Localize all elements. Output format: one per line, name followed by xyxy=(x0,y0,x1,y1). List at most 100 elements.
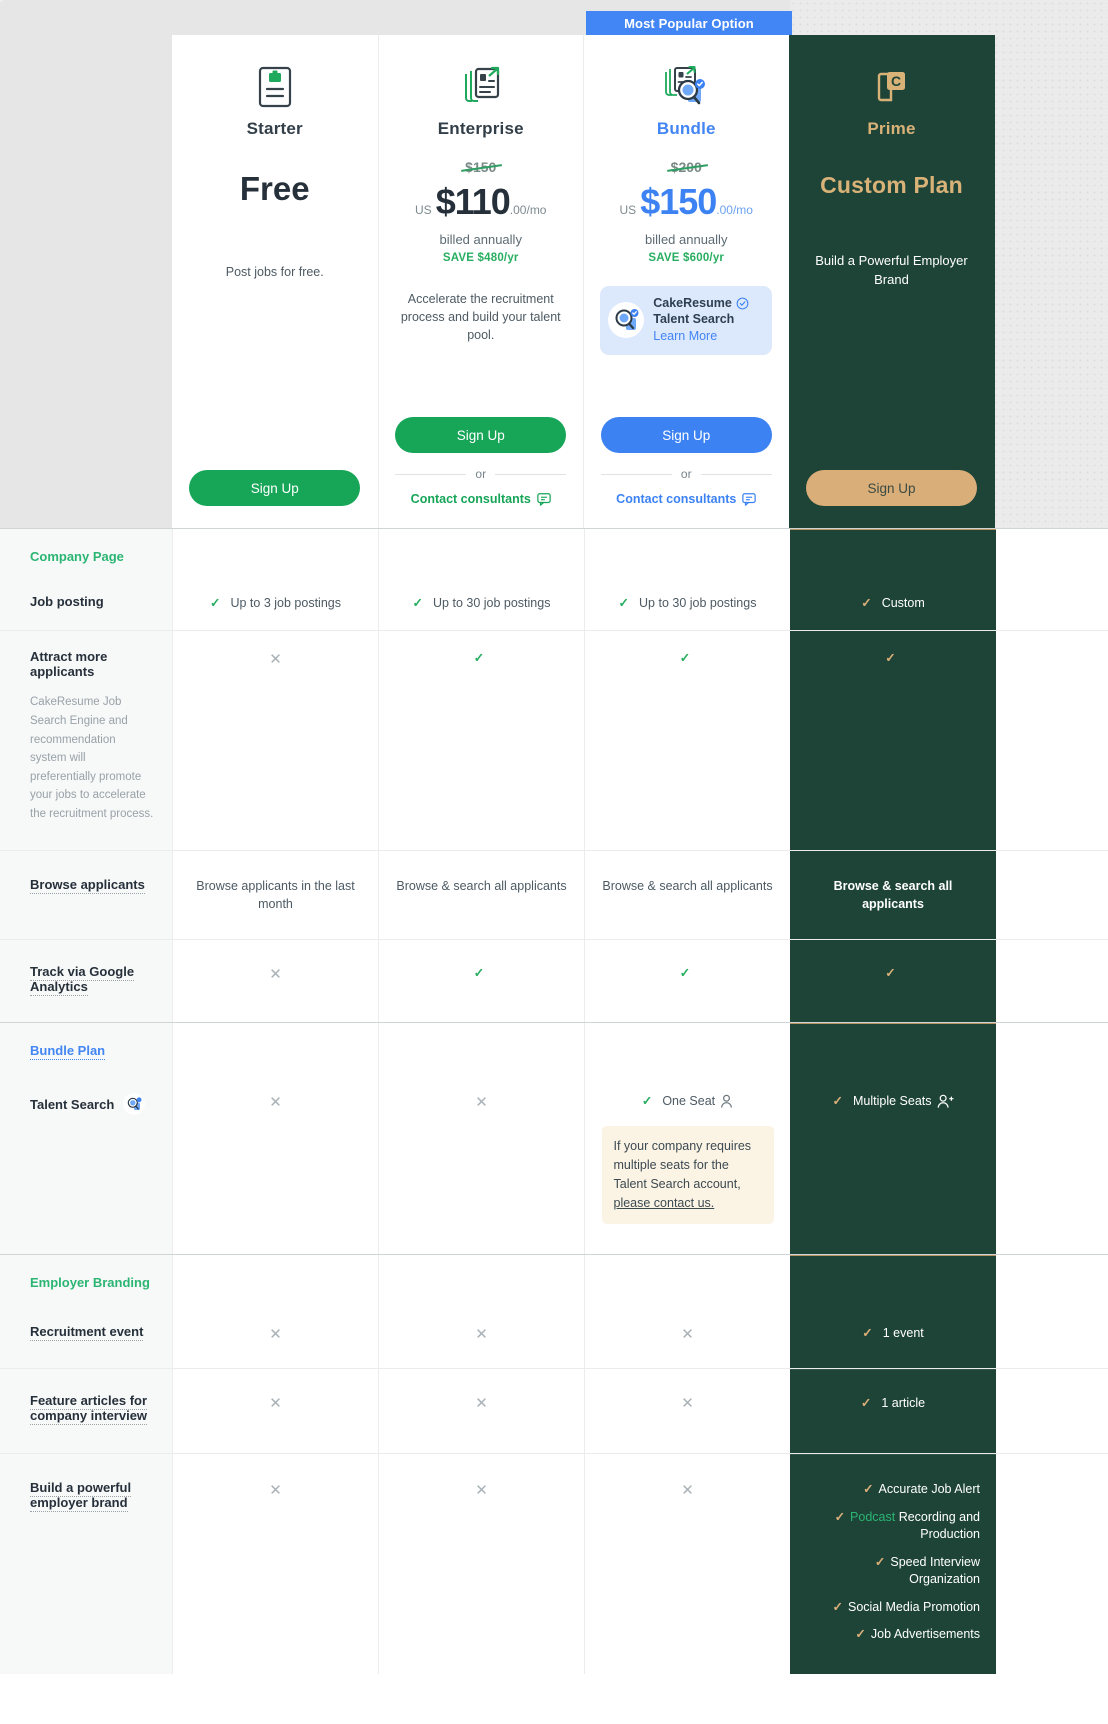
most-popular-label: Most Popular Option xyxy=(624,15,754,31)
talent-search-icon xyxy=(606,300,646,340)
talent-search-text: CakeResume Talent Search Learn More xyxy=(653,296,749,345)
table-row: Job posting ✓ Up to 3 job postings ✓ Up to… xyxy=(0,576,1108,631)
plan-name-enterprise: Enterprise xyxy=(437,119,524,138)
contact-consultants-enterprise[interactable]: Contact consultants xyxy=(411,492,551,506)
section-spacer-cell xyxy=(584,529,790,577)
plan-billing-bundle: billed annually xyxy=(645,232,728,247)
cross-icon: ✕ xyxy=(269,651,282,669)
table-row: Feature articles for company interview ✕… xyxy=(0,1368,1108,1453)
cross-icon: ✕ xyxy=(475,1326,488,1344)
talent-search-title-line2: Talent Search xyxy=(653,311,735,326)
signup-button-prime[interactable]: Sign Up xyxy=(806,470,977,506)
signup-button-enterprise[interactable]: Sign Up xyxy=(395,417,567,453)
section-spacer-cell-prime xyxy=(790,1255,996,1303)
table-row: Build a powerful employer brand ✕ ✕ ✕ ✓ A… xyxy=(0,1453,1108,1674)
signup-button-bundle[interactable]: Sign Up xyxy=(600,417,772,453)
or-divider-bundle: or xyxy=(600,467,772,481)
cell-enterprise-job-posting: ✓ Up to 30 job postings xyxy=(378,576,584,631)
documents-search-icon xyxy=(661,61,711,113)
cell-starter-job-posting: ✓ Up to 3 job postings xyxy=(172,576,378,631)
pricing-page: Most Popular Option Starter Free Post jo… xyxy=(0,0,1108,1724)
plan-price-decimals-bundle: .00/mo xyxy=(716,203,753,217)
talent-search-title-line1-wrap: CakeResume xyxy=(653,296,749,312)
section-spacer-cell xyxy=(378,1255,584,1303)
check-icon: ✓ xyxy=(834,1509,846,1524)
multi-user-icon xyxy=(937,1094,954,1109)
list-item-text: Social Media Promotion xyxy=(847,1599,980,1614)
cell-bundle-browse: Browse & search all applicants xyxy=(584,850,790,939)
section-spacer-cell-prime xyxy=(790,529,996,577)
chat-icon xyxy=(742,492,757,506)
talent-search-learn-more[interactable]: Learn More xyxy=(653,329,749,345)
plan-price-starter: Free xyxy=(239,170,310,207)
section-spacer-cell xyxy=(172,529,378,577)
cell-text: Browse & search all applicants xyxy=(833,878,953,911)
note-text: If your company requires multiple seats … xyxy=(613,1139,752,1192)
check-icon: ✓ xyxy=(862,1326,873,1341)
check-icon: ✓ xyxy=(412,596,424,611)
plan-save-enterprise: SAVE $480/yr xyxy=(442,252,519,264)
cell-starter-browse: Browse applicants in the last month xyxy=(172,850,378,939)
plan-name-starter: Starter xyxy=(246,119,303,138)
cell-starter-attract: ✕ xyxy=(172,631,378,850)
cross-icon: ✕ xyxy=(681,1326,694,1344)
feature-label-browse-applicants[interactable]: Browse applicants xyxy=(0,850,172,939)
plan-price-decimals-enterprise: .00/mo xyxy=(509,203,547,217)
cell-bundle-attract: ✓ xyxy=(584,631,790,850)
note-contact-link[interactable]: please contact us. xyxy=(614,1196,715,1210)
section-spacer-cell xyxy=(172,1255,378,1303)
document-briefcase-icon xyxy=(255,61,295,113)
check-icon: ✓ xyxy=(860,1396,872,1410)
feature-label-text: Feature articles for company interview xyxy=(30,1393,148,1425)
cell-enterprise-talent-search: ✕ xyxy=(378,1070,584,1255)
cell-enterprise-browse: Browse & search all applicants xyxy=(378,850,584,939)
cell-bundle-feature-articles: ✕ xyxy=(584,1369,790,1453)
feature-label-recruitment-event[interactable]: Recruitment event xyxy=(0,1302,172,1368)
cake-logo-icon: C xyxy=(871,61,913,113)
check-icon: ✓ xyxy=(874,1554,886,1569)
or-label-bundle: or xyxy=(680,467,692,481)
cell-enterprise-attract: ✓ xyxy=(378,631,584,850)
list-item-text: Accurate Job Alert xyxy=(878,1482,980,1496)
section-spacer-cell xyxy=(172,1022,378,1070)
cross-icon: ✕ xyxy=(269,1326,282,1344)
or-label-enterprise: or xyxy=(475,467,487,481)
check-icon: ✓ xyxy=(473,965,485,980)
talent-search-callout[interactable]: CakeResume Talent Search Learn More xyxy=(600,286,773,355)
list-item-highlight: Podcast xyxy=(850,1509,896,1524)
check-icon: ✓ xyxy=(679,651,691,666)
plan-old-price-bundle: $200 xyxy=(670,159,702,175)
cta-wrap-bundle: Sign Up or Contact consultants xyxy=(600,417,773,528)
cross-icon: ✕ xyxy=(681,1482,694,1499)
cell-enterprise-feature-articles: ✕ xyxy=(378,1369,584,1453)
section-title-bundle-plan[interactable]: Bundle Plan xyxy=(0,1022,172,1070)
cell-prime-build-brand: ✓ Accurate Job Alert ✓ Podcast Recording a… xyxy=(790,1454,996,1674)
cell-bundle-job-posting: ✓ Up to 30 job postings xyxy=(584,576,790,631)
talent-search-title-line1: CakeResume xyxy=(653,296,732,310)
plan-name-bundle: Bundle xyxy=(656,119,716,138)
cross-icon: ✕ xyxy=(475,1395,488,1412)
documents-growth-icon xyxy=(458,61,504,113)
feature-label-build-brand[interactable]: Build a powerful employer brand xyxy=(0,1454,172,1674)
feature-label-track-analytics[interactable]: Track via Google Analytics xyxy=(0,939,172,1022)
feature-sub-text: CakeResume Job Search Engine and recomme… xyxy=(30,696,154,820)
cell-starter-talent-search: ✕ xyxy=(172,1070,378,1255)
plan-price-row-enterprise: US $110 .00/mo xyxy=(415,181,546,223)
check-icon: ✓ xyxy=(641,1094,653,1108)
chat-icon xyxy=(537,492,551,506)
cell-enterprise-track: ✓ xyxy=(378,939,584,1022)
section-header-row: Bundle Plan xyxy=(0,1021,1108,1070)
section-spacer-cell xyxy=(584,1022,790,1070)
contact-consultants-bundle[interactable]: Contact consultants xyxy=(616,492,757,506)
feature-label-feature-articles[interactable]: Feature articles for company interview xyxy=(0,1369,172,1453)
feature-label-attract-applicants: Attract more applicants CakeResume Job S… xyxy=(0,631,172,850)
plan-card-starter: Starter Free Post jobs for free. Sign Up xyxy=(172,35,378,528)
signup-button-starter[interactable]: Sign Up xyxy=(189,470,361,506)
feature-label-job-posting: Job posting xyxy=(0,576,172,631)
plan-price-row-bundle: US $150 .00/mo xyxy=(620,181,753,223)
most-popular-badge: Most Popular Option xyxy=(586,11,792,35)
cell-prime-browse: Browse & search all applicants xyxy=(790,850,996,939)
feature-label-text: Track via Google Analytics xyxy=(30,963,135,996)
check-icon: ✓ xyxy=(863,1482,874,1496)
cell-text: Up to 30 job postings xyxy=(433,596,551,611)
